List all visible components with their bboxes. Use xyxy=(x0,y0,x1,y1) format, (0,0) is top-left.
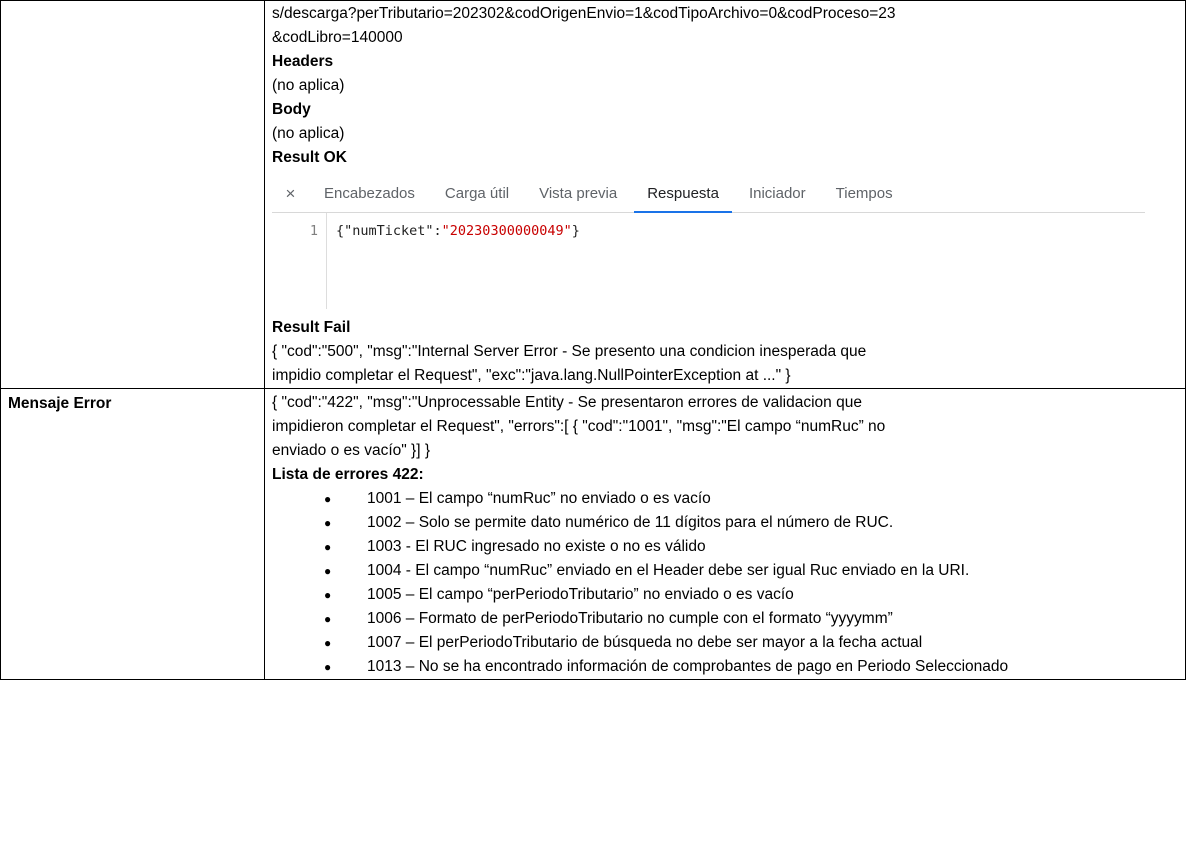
devtools-tab-bar: × Encabezados Carga útil Vista previa Re… xyxy=(272,175,1145,213)
tab-tiempos[interactable]: Tiempos xyxy=(821,175,908,212)
error-row: Mensaje Error { "cod":"422", "msg":"Unpr… xyxy=(0,388,1186,680)
devtools-response-panel: × Encabezados Carga útil Vista previa Re… xyxy=(272,175,1145,313)
tab-encabezados[interactable]: Encabezados xyxy=(309,175,430,212)
tab-carga-util[interactable]: Carga útil xyxy=(430,175,524,212)
tab-respuesta[interactable]: Respuesta xyxy=(632,175,734,213)
close-icon[interactable]: × xyxy=(272,184,309,204)
list-item: 1013 – No se ha encontrado información d… xyxy=(324,655,1157,679)
headers-title: Headers xyxy=(272,53,334,70)
spec-table: s/descarga?perTributario=202302&codOrige… xyxy=(0,0,1186,680)
error-message-line-2: impidieron completar el Request", "error… xyxy=(272,418,886,435)
error-content-cell: { "cod":"422", "msg":"Unprocessable Enti… xyxy=(264,388,1186,680)
error-label-cell: Mensaje Error xyxy=(0,388,265,680)
error-list: 1001 – El campo “numRuc” no enviado o es… xyxy=(272,487,1179,679)
result-fail-title: Result Fail xyxy=(272,319,351,336)
list-item: 1006 – Formato de perPeriodoTributario n… xyxy=(324,607,1179,631)
list-item: 1003 - El RUC ingresado no existe o no e… xyxy=(324,535,1179,559)
code-key: {"numTicket": xyxy=(336,223,442,239)
list-item: 1005 – El campo “perPeriodoTributario” n… xyxy=(324,583,1179,607)
error-message-line-3: enviado o es vacío" }] } xyxy=(272,442,431,459)
response-code-line: {"numTicket":"20230300000049"} xyxy=(336,223,580,239)
result-fail-line-2: impidio completar el Request", "exc":"ja… xyxy=(272,367,791,384)
error-message-line-1: { "cod":"422", "msg":"Unprocessable Enti… xyxy=(272,394,862,411)
tab-iniciador[interactable]: Iniciador xyxy=(734,175,821,212)
request-row: s/descarga?perTributario=202302&codOrige… xyxy=(0,0,1186,389)
mensaje-error-label: Mensaje Error xyxy=(8,395,112,412)
list-item: 1007 – El perPeriodoTributario de búsque… xyxy=(324,631,1179,655)
body-value: (no aplica) xyxy=(272,125,345,142)
result-fail-line-1: { "cod":"500", "msg":"Internal Server Er… xyxy=(272,343,867,360)
request-label-cell xyxy=(0,0,265,389)
tab-vista-previa[interactable]: Vista previa xyxy=(524,175,632,212)
headers-value: (no aplica) xyxy=(272,77,345,94)
url-line-2: &codLibro=140000 xyxy=(272,29,403,46)
list-item: 1002 – Solo se permite dato numérico de … xyxy=(324,511,1179,535)
list-item: 1001 – El campo “numRuc” no enviado o es… xyxy=(324,487,1179,511)
result-ok-title: Result OK xyxy=(272,149,347,166)
url-line-1: s/descarga?perTributario=202302&codOrige… xyxy=(272,5,896,22)
error-list-title: Lista de errores 422: xyxy=(272,466,424,483)
line-number: 1 xyxy=(309,223,318,239)
list-item: 1004 - El campo “numRuc” enviado en el H… xyxy=(324,559,1157,583)
line-number-gutter: 1 xyxy=(272,213,327,309)
request-content-cell: s/descarga?perTributario=202302&codOrige… xyxy=(264,0,1186,389)
response-code-view: 1 {"numTicket":"20230300000049"} xyxy=(272,213,1145,309)
body-title: Body xyxy=(272,101,311,118)
code-close-brace: } xyxy=(571,223,580,239)
code-ticket-value: "20230300000049" xyxy=(441,223,572,239)
